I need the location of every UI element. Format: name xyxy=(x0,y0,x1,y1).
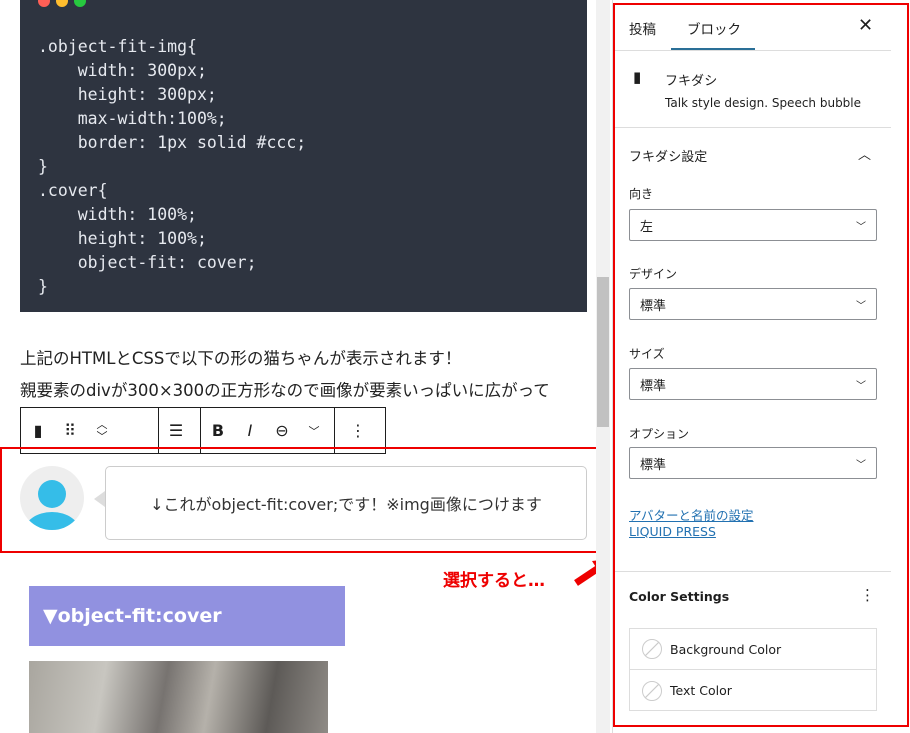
code-line: } xyxy=(38,277,48,296)
italic-button[interactable]: I xyxy=(241,421,259,440)
maximize-dot-icon xyxy=(74,0,86,7)
paragraph-line[interactable]: 親要素のdivが300×300の正方形なので画像が要素いっぱいに広がって xyxy=(20,377,550,401)
link-icon[interactable]: ⊖ xyxy=(273,421,291,440)
code-line: .cover{ xyxy=(38,181,108,200)
avatar xyxy=(20,466,84,530)
sidebar-highlight xyxy=(613,3,909,727)
section-heading[interactable]: ▼object-fit:cover xyxy=(29,586,345,646)
close-dot-icon xyxy=(38,0,50,7)
annotation-text: 選択すると… xyxy=(443,571,545,591)
align-icon[interactable]: ☰ xyxy=(167,421,185,440)
code-line: width: 300px; xyxy=(38,61,207,80)
bubble-tail xyxy=(94,491,105,507)
speech-bubble[interactable]: ↓これがobject-fit:cover;です！※img画像につけます xyxy=(105,466,587,540)
drag-handle-icon[interactable]: ⠿ xyxy=(61,421,79,440)
paragraph-line[interactable]: 上記のHTMLとCSSで以下の形の猫ちゃんが表示されます！ xyxy=(20,345,461,369)
bold-button[interactable]: B xyxy=(209,421,227,440)
code-line: } xyxy=(38,157,48,176)
code-line: height: 100%; xyxy=(38,229,207,248)
user-icon xyxy=(24,480,80,530)
code-block: .object-fit-img{ width: 300px; height: 3… xyxy=(20,0,587,312)
more-options-icon[interactable]: ⋮ xyxy=(349,421,367,440)
code-line: .object-fit-img{ xyxy=(38,37,197,56)
chevron-down-icon[interactable]: ﹀ xyxy=(305,423,323,439)
speech-bubble-icon[interactable]: ▮ xyxy=(29,421,47,440)
code-line: object-fit: cover; xyxy=(38,253,257,272)
code-line: max-width:100%; xyxy=(38,109,227,128)
code-line: border: 1px solid #ccc; xyxy=(38,133,307,152)
code-text: .object-fit-img{ width: 300px; height: 3… xyxy=(38,35,306,299)
scrollbar-thumb[interactable] xyxy=(597,277,609,427)
move-up-down-icon[interactable]: ︿ ﹀ xyxy=(93,418,111,443)
code-line: width: 100%; xyxy=(38,205,197,224)
cat-image[interactable] xyxy=(29,661,328,733)
code-line: height: 300px; xyxy=(38,85,217,104)
minimize-dot-icon xyxy=(56,0,68,7)
